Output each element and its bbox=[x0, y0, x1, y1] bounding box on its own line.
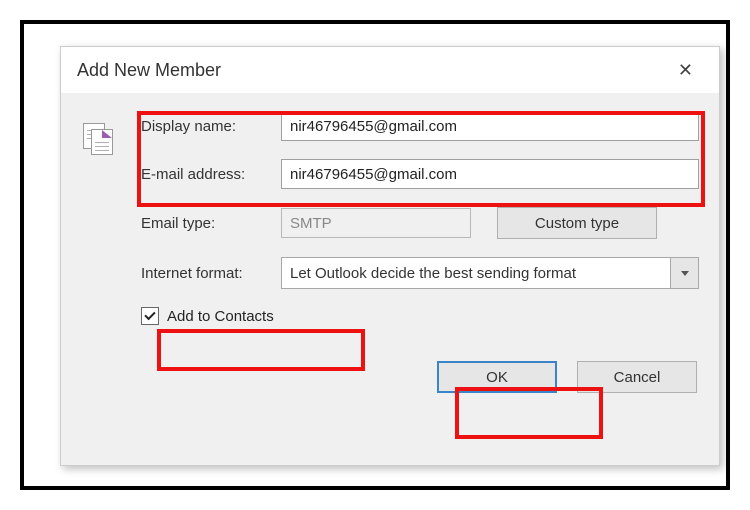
close-icon[interactable]: ✕ bbox=[668, 54, 703, 87]
email-address-label: E-mail address: bbox=[141, 166, 281, 183]
add-new-member-dialog: Add New Member ✕ bbox=[60, 46, 720, 466]
email-type-field bbox=[281, 208, 471, 238]
add-to-contacts-checkbox[interactable] bbox=[141, 307, 159, 325]
email-address-row: E-mail address: bbox=[141, 159, 699, 189]
dialog-body: Display name: E-mail address: Email type… bbox=[61, 93, 719, 405]
internet-format-dropdown-button[interactable] bbox=[671, 257, 699, 289]
dialog-title: Add New Member bbox=[77, 60, 221, 81]
add-to-contacts-label: Add to Contacts bbox=[167, 308, 274, 325]
ok-button[interactable]: OK bbox=[437, 361, 557, 393]
display-name-label: Display name: bbox=[141, 118, 281, 135]
contact-card-icon bbox=[83, 123, 119, 159]
dialog-button-row: OK Cancel bbox=[81, 361, 699, 393]
cancel-button[interactable]: Cancel bbox=[577, 361, 697, 393]
email-type-label: Email type: bbox=[141, 215, 281, 232]
titlebar: Add New Member ✕ bbox=[61, 47, 719, 93]
email-type-row: Email type: Custom type bbox=[141, 207, 699, 239]
custom-type-button[interactable]: Custom type bbox=[497, 207, 657, 239]
email-address-input[interactable] bbox=[281, 159, 699, 189]
add-to-contacts-row: Add to Contacts bbox=[141, 307, 699, 325]
internet-format-select[interactable]: Let Outlook decide the best sending form… bbox=[281, 257, 671, 289]
internet-format-value: Let Outlook decide the best sending form… bbox=[290, 265, 576, 282]
chevron-down-icon bbox=[681, 271, 689, 276]
checkmark-icon bbox=[144, 309, 155, 320]
display-name-input[interactable] bbox=[281, 111, 699, 141]
internet-format-row: Internet format: Let Outlook decide the … bbox=[141, 257, 699, 289]
display-name-row: Display name: bbox=[141, 111, 699, 141]
screenshot-frame: Add New Member ✕ bbox=[20, 20, 730, 490]
internet-format-label: Internet format: bbox=[141, 265, 281, 282]
